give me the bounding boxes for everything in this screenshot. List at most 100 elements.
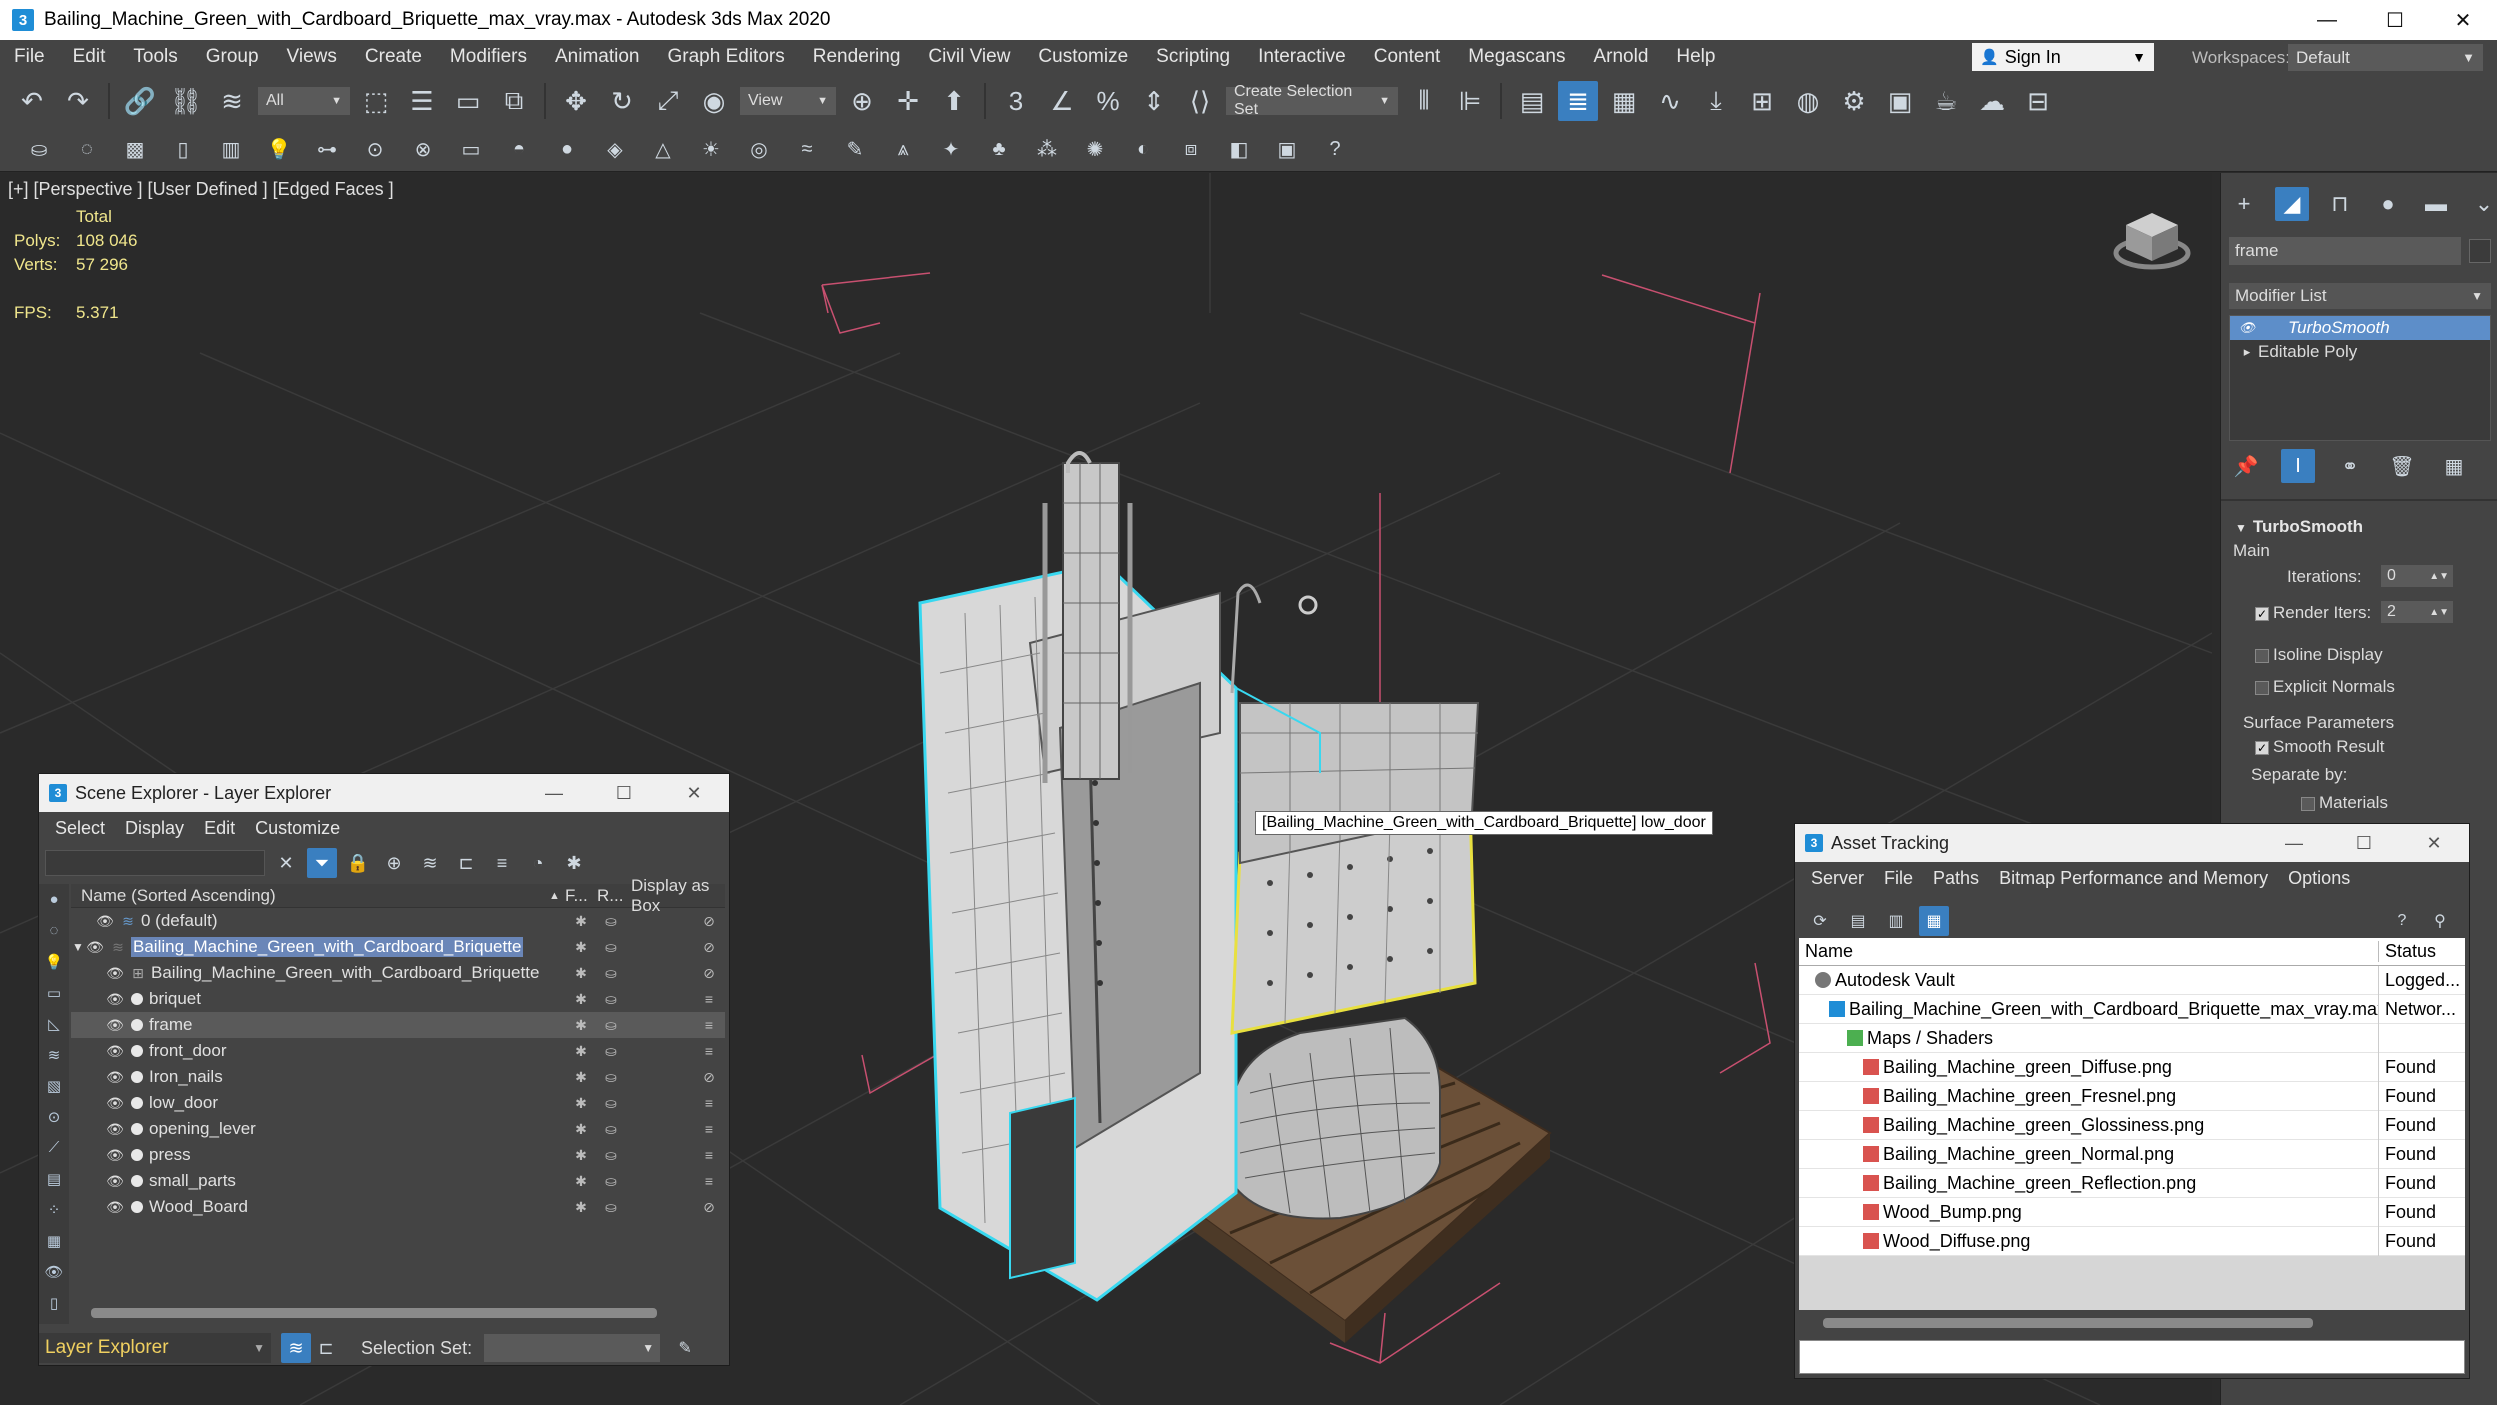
select-by-name-icon[interactable]: ☰ [402,81,442,121]
layers-icon[interactable]: ≡ [487,848,517,878]
hierarchy-toggle-icon[interactable]: ⊏ [311,1333,341,1363]
freeze-icon[interactable]: ✱ [571,1069,591,1086]
refresh-icon[interactable]: ⟳ [1805,906,1835,936]
pin-icon[interactable]: ⚲ [2425,906,2455,936]
eye-icon[interactable]: 👁 [105,1147,125,1164]
scene-explorer-icon[interactable]: ▤ [1512,81,1552,121]
stack-item-editable-poly[interactable]: ▸ Editable Poly [2230,340,2490,364]
viewport-label[interactable]: [+] [Perspective ] [User Defined ] [Edge… [8,179,394,200]
teapot-icon[interactable]: ⛀ [601,1043,621,1060]
box-toggle-icon[interactable]: ≡ [699,1095,719,1111]
table-row[interactable]: Bailing_Machine_green_Diffuse.png Found [1799,1052,2465,1082]
eye-icon[interactable]: 👁 [105,1095,125,1112]
table-row[interactable]: 👁 front_door ✱ ⛀ ≡ [71,1038,725,1064]
snaps-toggle-icon[interactable]: 3 [996,81,1036,121]
menu-select[interactable]: Select [45,818,115,839]
angle-snap-icon[interactable]: ∠ [1042,81,1082,121]
plant-icon[interactable]: ♣ [982,133,1016,167]
helper-icon[interactable]: ⊙ [358,133,392,167]
eye-icon[interactable]: 👁 [95,913,115,930]
box-toggle-icon[interactable]: ≡ [699,1043,719,1059]
table-row[interactable]: 👁 briquet ✱ ⛀ ≡ [71,986,725,1012]
frame-buffer-icon[interactable]: ▣ [1270,133,1304,167]
table-row[interactable]: Bailing_Machine_green_Normal.png Found [1799,1139,2465,1169]
minimize-button[interactable]: — [2259,833,2329,854]
menu-customize[interactable]: Customize [1024,46,1142,68]
help-icon[interactable]: ? [1318,133,1352,167]
plane-icon[interactable]: ▥ [214,133,248,167]
display-bones-icon[interactable]: ⟋ [39,1132,69,1163]
display-none-icon[interactable]: ▯ [39,1287,69,1318]
texture-icon[interactable]: ✺ [1078,133,1112,167]
teapot-icon[interactable]: ⛀ [601,1173,621,1190]
scale-icon[interactable]: ⤢ [648,81,688,121]
menu-paths[interactable]: Paths [1923,868,1989,889]
sphere-light-icon[interactable]: ● [550,133,584,167]
box-toggle-icon[interactable]: ⊘ [699,1069,719,1086]
eye-icon[interactable]: 👁 [105,1121,125,1138]
horizontal-scrollbar[interactable] [1823,1318,2313,1328]
close-button[interactable]: ✕ [2429,0,2497,40]
modify-tab-icon[interactable]: ◢ [2275,187,2309,221]
table-row[interactable]: 👁 low_door ✱ ⛀ ≡ [71,1090,725,1116]
eye-icon[interactable]: 👁 [105,1069,125,1086]
material-browser-icon[interactable]: ⧈ [1174,133,1208,167]
minimize-button[interactable]: — [2293,0,2361,40]
freeze-icon[interactable]: ✱ [571,1095,591,1112]
display-cameras-icon[interactable]: ▭ [39,977,69,1008]
edit-selection-set-icon[interactable]: ✎ [670,1333,700,1363]
grid-view-icon[interactable]: ▦ [1919,906,1949,936]
rectangle-light-icon[interactable]: ▭ [454,133,488,167]
menu-customize[interactable]: Customize [245,818,350,839]
eye-icon[interactable]: 👁 [2236,320,2258,336]
box-toggle-icon[interactable]: ≡ [699,991,719,1007]
viewcube-icon[interactable] [2112,205,2192,275]
filter-icon[interactable]: ⏷ [307,848,337,878]
hierarchy-tab-icon[interactable]: ⊓ [2323,187,2357,221]
maximize-button[interactable]: ☐ [589,783,659,804]
eye-icon[interactable]: 👁 [85,939,105,956]
edit-named-selection-icon[interactable]: ⟨⟩ [1180,81,1220,121]
display-all-icon[interactable]: ▦ [39,1225,69,1256]
display-visible-icon[interactable]: 👁 [39,1256,69,1287]
display-geometry-icon[interactable]: ● [39,884,69,915]
selection-set-dropdown[interactable]: Create Selection Set ▼ [1226,83,1398,118]
menu-rendering[interactable]: Rendering [799,46,915,68]
menu-scripting[interactable]: Scripting [1142,46,1244,68]
scene-explorer-titlebar[interactable]: 3 Scene Explorer - Layer Explorer — ☐ ✕ [39,774,729,812]
freeze-icon[interactable]: ✱ [571,1147,591,1164]
display-lights-icon[interactable]: 💡 [39,946,69,977]
object-color-swatch[interactable] [2469,239,2491,263]
render-elements-icon[interactable]: ◧ [1222,133,1256,167]
table-row[interactable]: 👁 Iron_nails ✱ ⛀ ⊘ [71,1064,725,1090]
freeze-icon[interactable]: ✱ [571,1199,591,1216]
explorer-type-dropdown[interactable]: Layer Explorer ▼ [39,1333,271,1363]
sun-icon[interactable]: ☀ [694,133,728,167]
close-button[interactable]: ✕ [659,783,729,804]
menu-interactive[interactable]: Interactive [1244,46,1360,68]
iterations-spinner[interactable]: 0 ▲▼ [2381,565,2453,587]
teapot-icon[interactable]: ⛀ [601,1069,621,1086]
percent-snap-icon[interactable]: % [1088,81,1128,121]
help-icon[interactable]: ? [2387,906,2417,936]
teapot-icon[interactable]: ⛀ [601,1095,621,1112]
menu-group[interactable]: Group [192,46,273,68]
layer-explorer-icon[interactable]: ≣ [1558,81,1598,121]
select-manipulate-icon[interactable]: ✛ [888,81,928,121]
expand-arrow-icon[interactable]: ▼ [71,940,85,954]
expand-arrow-icon[interactable]: ▸ [2236,344,2258,360]
redo-icon[interactable]: ↷ [58,81,98,121]
highlight-icon[interactable]: ◔ [523,848,553,878]
mesh-light-icon[interactable]: ◈ [598,133,632,167]
teapot-icon[interactable]: ⛀ [601,939,621,956]
table-row[interactable]: ▼ 👁 ≋ Bailing_Machine_Green_with_Cardboa… [71,934,725,960]
select-object-icon[interactable]: ⬚ [356,81,396,121]
display-particles-icon[interactable]: ⁘ [39,1194,69,1225]
table-row[interactable]: Wood_Diffuse.png Found [1799,1226,2465,1256]
menu-create[interactable]: Create [351,46,436,68]
freeze-icon[interactable]: ✱ [571,939,591,956]
box-toggle-icon[interactable]: ≡ [699,1121,719,1137]
dope-sheet-icon[interactable]: ⤓ [1696,81,1736,121]
proxy-icon[interactable]: ✎ [838,133,872,167]
box-toggle-icon[interactable]: ⊘ [699,965,719,982]
